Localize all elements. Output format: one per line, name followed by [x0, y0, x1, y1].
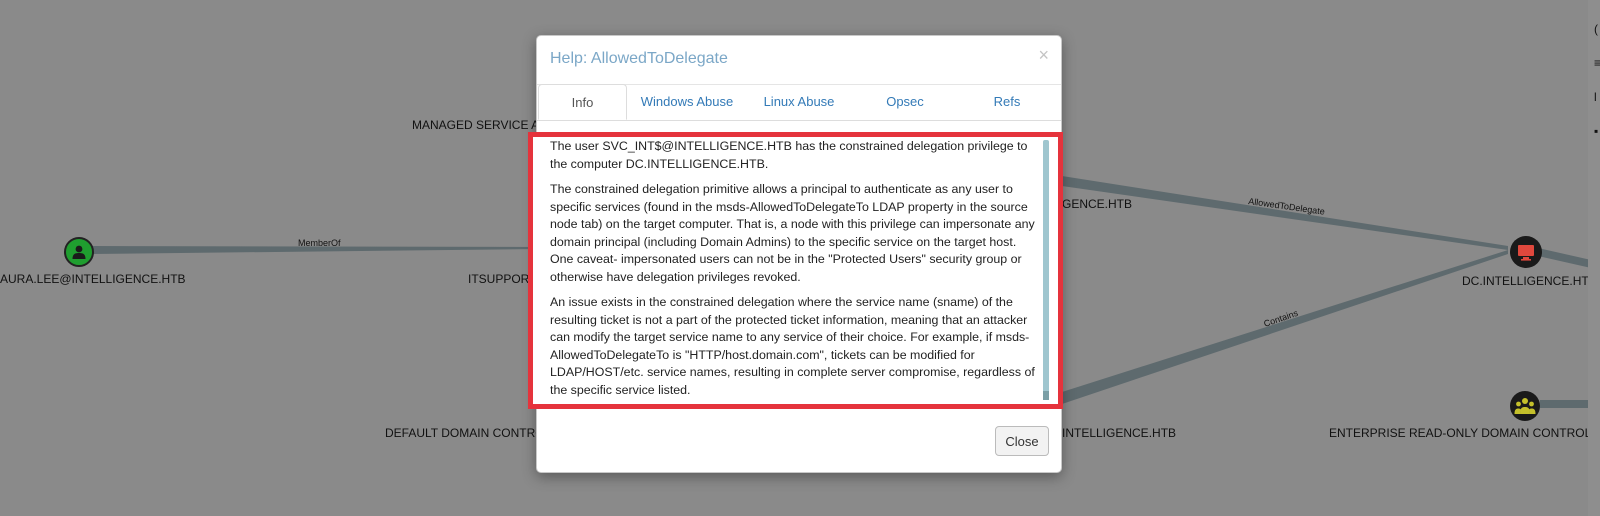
edge-contains [1062, 250, 1508, 404]
group-icon [1514, 398, 1536, 414]
tab-refs[interactable]: Refs [957, 84, 1057, 120]
modal-close-icon[interactable]: × [1038, 46, 1049, 64]
tab-windows-abuse[interactable]: Windows Abuse [631, 84, 743, 120]
right-glyph-1: ( [1594, 22, 1598, 36]
tab-opsec[interactable]: Opsec [855, 84, 955, 120]
content-scrollbar[interactable] [1043, 140, 1049, 400]
modal-footer: Close [537, 410, 1061, 472]
modal-title: Help: AllowedToDelegate [550, 50, 728, 67]
label-dc: DC.INTELLIGENCE.HTB [1462, 274, 1597, 288]
modal-header: Help: AllowedToDelegate × [537, 36, 1061, 85]
scrollbar-end [1043, 391, 1049, 400]
tab-info[interactable]: Info [538, 84, 627, 120]
group-node[interactable] [1510, 391, 1540, 421]
user-icon [72, 245, 86, 259]
info-paragraph-1: The user SVC_INT$@INTELLIGENCE.HTB has t… [550, 139, 1028, 171]
label-intel-top: GENCE.HTB [1062, 197, 1133, 211]
right-glyph-4: ▪ [1594, 124, 1599, 138]
info-paragraph-3: An issue exists in the constrained deleg… [550, 295, 1035, 397]
edge-allowedtodelegate [1062, 176, 1508, 250]
modal-content: The user SVC_INT$@INTELLIGENCE.HTB has t… [550, 138, 1036, 400]
user-node[interactable] [64, 237, 94, 267]
right-panel-edge [1588, 0, 1600, 516]
right-glyph-2: ≡ [1594, 56, 1600, 70]
tab-linux-abuse[interactable]: Linux Abuse [749, 84, 849, 120]
label-default-domain: DEFAULT DOMAIN CONTRO [385, 426, 545, 440]
close-button[interactable]: Close [995, 426, 1049, 456]
computer-icon [1518, 245, 1534, 261]
computer-node[interactable] [1510, 236, 1542, 268]
info-paragraph-2: The constrained delegation primitive all… [550, 182, 1035, 284]
label-itsupport: ITSUPPOR [468, 272, 530, 286]
label-intel-bottom: INTELLIGENCE.HTB [1062, 426, 1177, 440]
help-modal: Help: AllowedToDelegate × Info Windows A… [528, 35, 1063, 473]
modal-tabs: Info Windows Abuse Linux Abuse Opsec Ref… [537, 84, 1061, 121]
right-glyph-3: l [1594, 90, 1597, 104]
edge-label-memberof: MemberOf [298, 238, 341, 248]
label-managed-service: MANAGED SERVICE AC [412, 118, 548, 132]
label-laura: AURA.LEE@INTELLIGENCE.HTB [0, 272, 186, 286]
label-enterprise: ENTERPRISE READ-ONLY DOMAIN CONTROLLERS [1329, 426, 1600, 440]
